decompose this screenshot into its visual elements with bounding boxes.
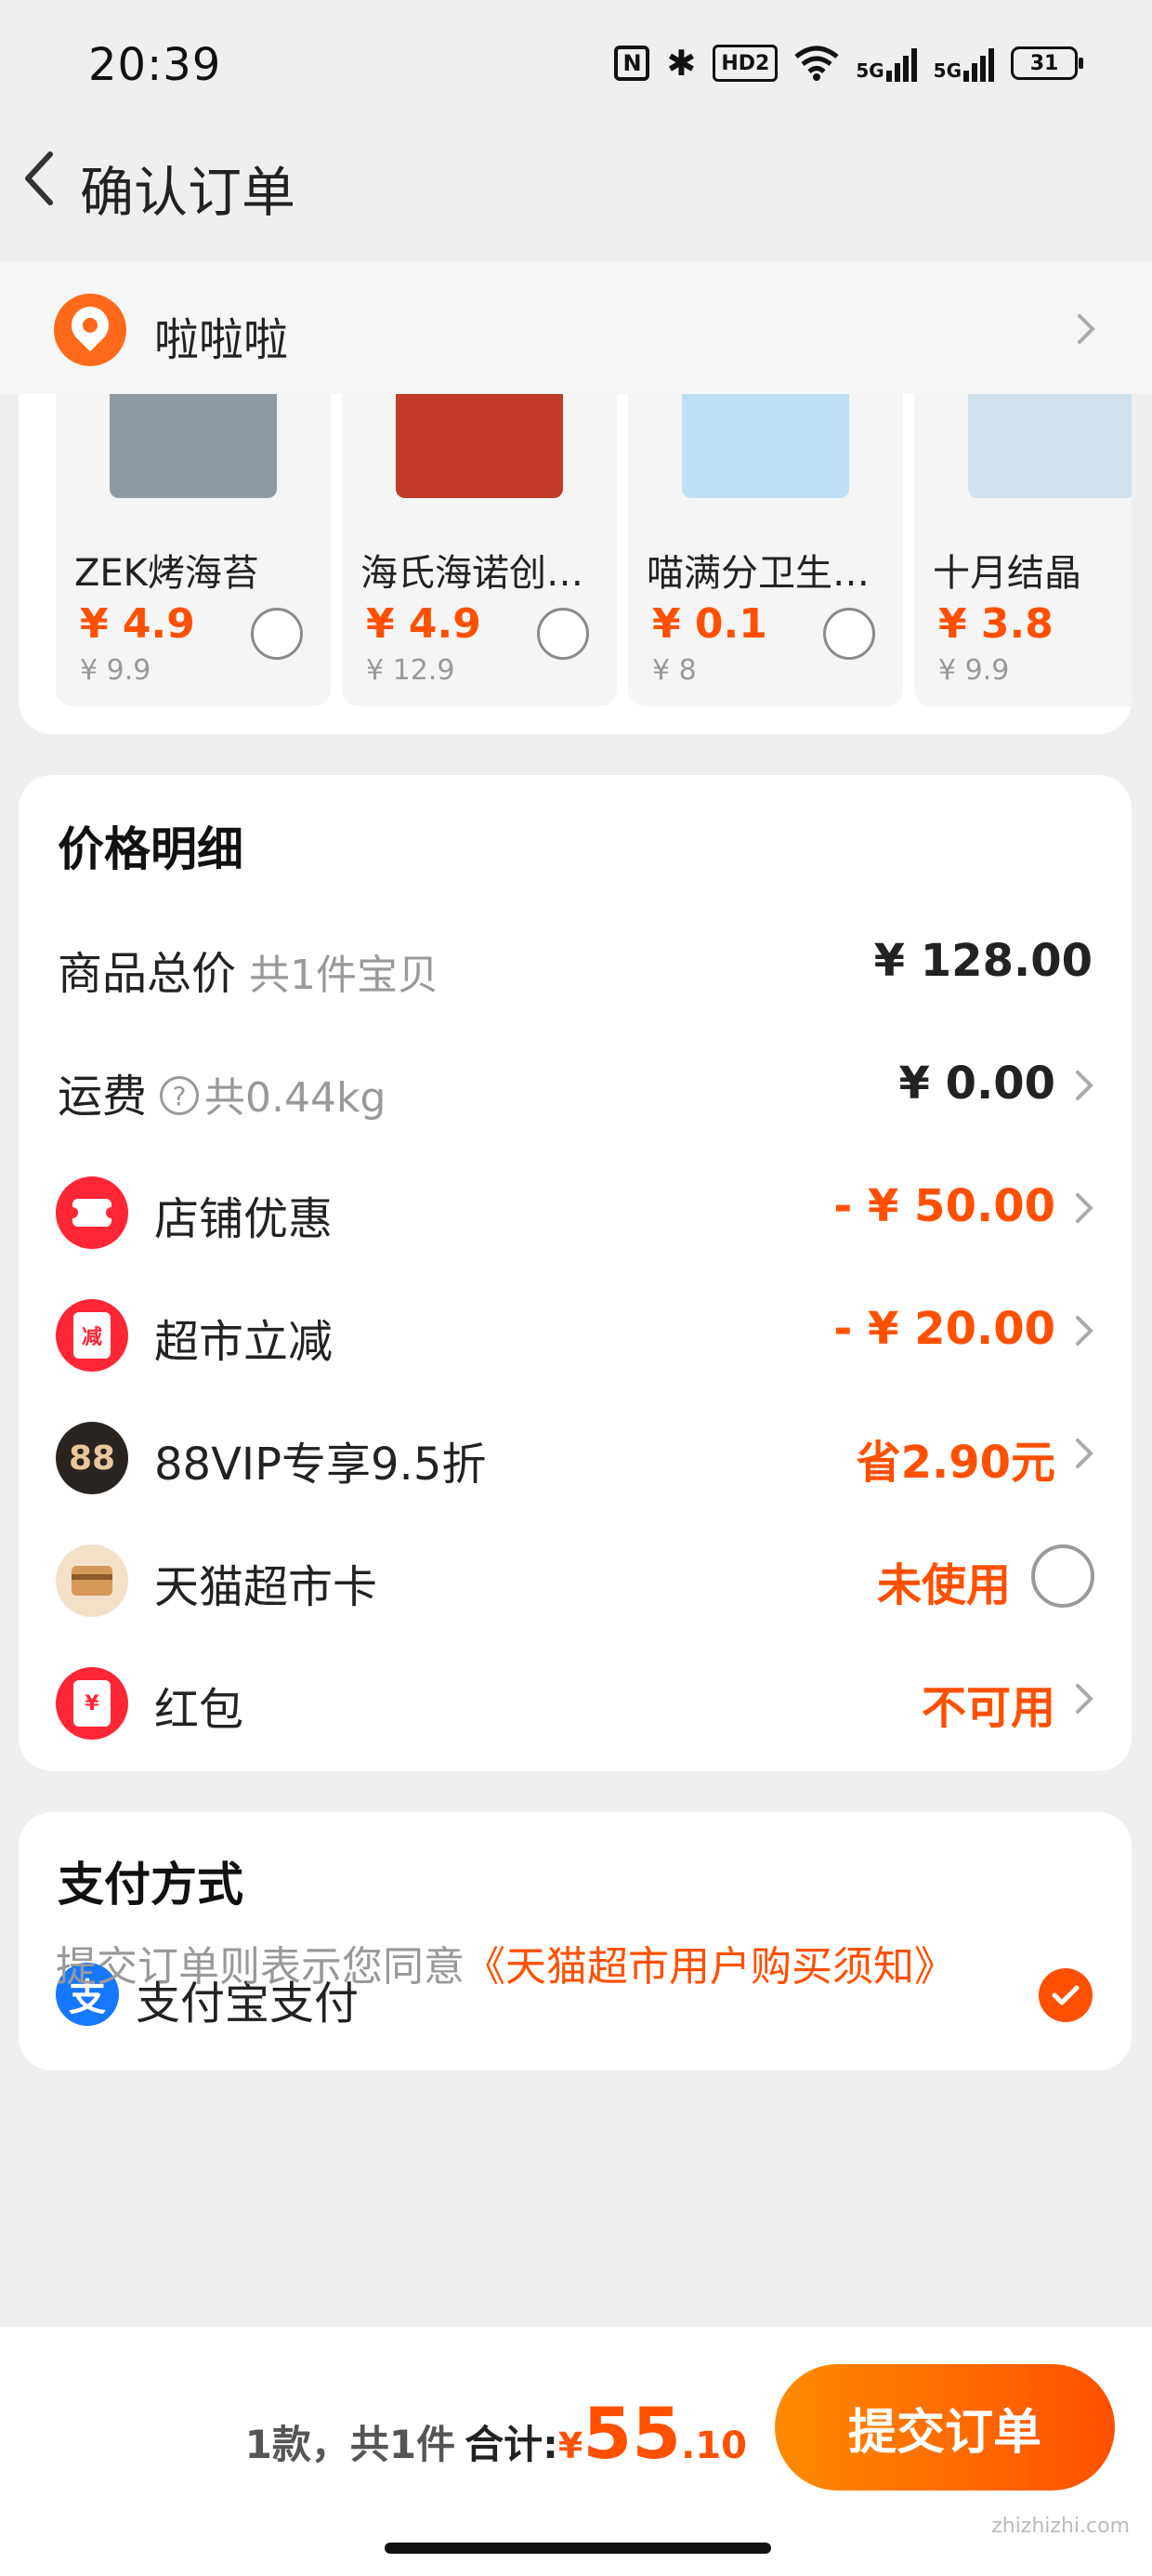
battery-icon: 31 — [1011, 46, 1083, 80]
bluetooth-icon: ✱ — [666, 43, 697, 84]
product-name: 十月结晶 — [933, 552, 1081, 595]
row-value: ¥ 128.00 — [873, 935, 1093, 987]
chevron-right-icon — [1074, 1437, 1094, 1470]
row-value: 省2.90元 — [856, 1437, 1055, 1489]
total-currency: ¥ — [557, 2425, 583, 2466]
watermark: zhizhizhi.com — [991, 2515, 1130, 2538]
product-original-price: ¥ 9.9 — [938, 654, 1010, 687]
product-image — [682, 394, 849, 498]
product-image — [968, 394, 1132, 498]
row-value: - ¥ 50.00 — [833, 1180, 1055, 1232]
price-detail-card: 价格明细 商品总价 共1件宝贝 ¥ 128.00 运费? 共0.44kg ¥ 0.0… — [19, 775, 1132, 1771]
red-packet-icon-label: ¥ — [73, 1680, 111, 1727]
signal-1-label: 5G — [856, 59, 884, 82]
product-carousel[interactable]: ZEK烤海苔 ¥ 4.9 ¥ 9.9 海氏海诺创可… ¥ 4.9 ¥ 12.9 … — [19, 394, 1132, 734]
product-card[interactable]: ZEK烤海苔 ¥ 4.9 ¥ 9.9 — [56, 394, 331, 706]
submit-order-button[interactable]: 提交订单 — [775, 2364, 1115, 2491]
status-bar: 20:39 N ✱ HD2 5G 5G 31 — [0, 0, 1152, 139]
total-label: 合计: — [465, 2422, 558, 2467]
row-label: 红包 — [154, 1684, 244, 1736]
product-name: ZEK烤海苔 — [74, 552, 259, 595]
agreement-prefix: 提交订单则表示您同意 — [56, 1943, 465, 1991]
product-price: ¥ 0.1 — [652, 600, 767, 648]
chevron-right-icon — [1074, 1069, 1094, 1102]
product-card[interactable]: 十月结晶 ¥ 3.8 ¥ 9.9 — [914, 394, 1132, 706]
signal-1-icon: 5G — [856, 45, 917, 82]
row-label: 商品总价 — [58, 948, 237, 1000]
address-name: 啦啦啦 — [154, 314, 289, 366]
price-detail-title: 价格明细 — [58, 822, 243, 876]
row-value: 未使用 — [876, 1559, 1011, 1611]
red-packet-icon: ¥ — [56, 1667, 128, 1740]
row-shipping[interactable]: 运费? 共0.44kg ¥ 0.00 — [19, 1039, 1132, 1132]
row-label: 店铺优惠 — [154, 1193, 334, 1245]
total-integer: 55 — [583, 2392, 682, 2475]
product-image — [110, 394, 277, 498]
row-label: 运费 — [58, 1071, 148, 1123]
total-decimal: .10 — [681, 2425, 747, 2467]
row-label: 天猫超市卡 — [154, 1561, 378, 1613]
tmall-card-radio[interactable] — [1031, 1544, 1094, 1608]
discount-envelope-icon: 减 — [56, 1299, 128, 1372]
product-price: ¥ 3.8 — [938, 600, 1054, 648]
product-image — [396, 394, 563, 498]
product-original-price: ¥ 12.9 — [366, 654, 455, 687]
chevron-left-icon — [25, 151, 53, 205]
row-store-discount[interactable]: 店铺优惠 - ¥ 50.00 — [19, 1162, 1132, 1255]
product-card[interactable]: 海氏海诺创可… ¥ 4.9 ¥ 12.9 — [342, 394, 617, 706]
wifi-icon — [794, 45, 839, 82]
location-pin-icon — [54, 294, 126, 366]
hd-voice-icon: HD2 — [713, 45, 779, 82]
help-icon[interactable]: ? — [160, 1076, 200, 1115]
row-label: 88VIP专享9.5折 — [154, 1439, 487, 1491]
row-value: ¥ 0.00 — [898, 1058, 1055, 1110]
gift-card-icon — [56, 1544, 128, 1617]
product-original-price: ¥ 8 — [652, 654, 697, 687]
row-88vip[interactable]: 88 88VIP专享9.5折 省2.90元 — [19, 1407, 1132, 1500]
product-name: 海氏海诺创可… — [360, 552, 611, 595]
chevron-right-icon — [1076, 312, 1096, 346]
row-red-packet[interactable]: ¥ 红包 不可用 — [19, 1652, 1132, 1745]
chevron-right-icon — [1074, 1314, 1094, 1347]
product-original-price: ¥ 9.9 — [80, 654, 151, 687]
product-price: ¥ 4.9 — [80, 600, 195, 648]
product-select-radio[interactable] — [251, 608, 303, 660]
product-card[interactable]: 喵满分卫生除… ¥ 0.1 ¥ 8 — [628, 394, 903, 706]
row-value: 不可用 — [921, 1682, 1055, 1734]
row-value: - ¥ 20.00 — [833, 1303, 1055, 1355]
row-tmall-card[interactable]: 天猫超市卡 未使用 — [19, 1530, 1132, 1623]
row-sub: 共1件宝贝 — [249, 952, 439, 999]
payment-title: 支付方式 — [58, 1858, 243, 1912]
chevron-right-icon — [1074, 1682, 1094, 1715]
page-title: 确认订单 — [80, 161, 296, 224]
home-indicator[interactable] — [385, 2543, 771, 2554]
chevron-right-icon — [1074, 1191, 1094, 1225]
agreement-text: 提交订单则表示您同意《天猫超市用户购买须知》 — [56, 1933, 955, 1992]
product-select-radio[interactable] — [823, 608, 875, 660]
row-sub: 共0.44kg — [204, 1074, 386, 1122]
row-goods-total: 商品总价 共1件宝贝 ¥ 128.00 — [19, 916, 1132, 1009]
nfc-icon: N — [614, 46, 650, 81]
back-button[interactable] — [13, 141, 69, 216]
agreement-link[interactable]: 《天猫超市用户购买须知》 — [465, 1943, 955, 1991]
status-time: 20:39 — [88, 39, 222, 91]
battery-level: 31 — [1029, 51, 1059, 75]
product-name: 喵满分卫生除… — [647, 552, 897, 595]
product-select-radio[interactable] — [537, 608, 589, 660]
check-icon[interactable] — [1039, 1968, 1093, 2022]
signal-2-icon: 5G — [934, 45, 994, 82]
row-label: 超市立减 — [154, 1316, 334, 1368]
item-count: 1款，共1件 — [244, 2422, 456, 2467]
signal-2-label: 5G — [933, 59, 962, 82]
vip-88-icon: 88 — [56, 1422, 128, 1494]
coupon-icon — [56, 1176, 128, 1249]
row-supermarket-discount[interactable]: 减 超市立减 - ¥ 20.00 — [19, 1284, 1132, 1377]
order-summary: 1款，共1件 合计: ¥ 55 .10 — [245, 2392, 747, 2475]
product-price: ¥ 4.9 — [366, 600, 481, 648]
discount-icon-label: 减 — [73, 1312, 111, 1359]
bottom-checkout-bar: 1款，共1件 合计: ¥ 55 .10 提交订单 — [0, 2327, 1152, 2576]
status-icons: N ✱ HD2 5G 5G 31 — [614, 43, 1083, 84]
